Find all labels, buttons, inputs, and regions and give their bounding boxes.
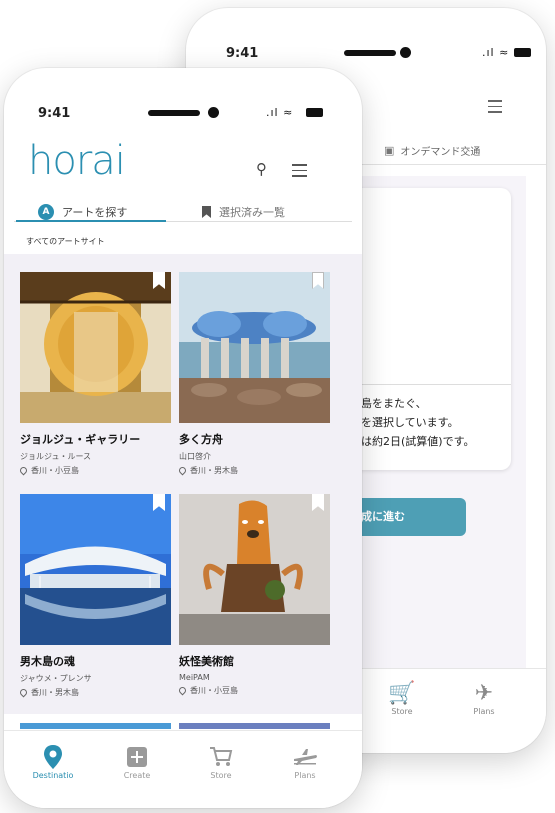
location-label: 香川・小豆島	[31, 466, 79, 475]
art-thumbnail	[179, 494, 330, 645]
nav-plans[interactable]: Plans	[270, 743, 340, 780]
bookmark-icon	[202, 206, 211, 218]
art-card[interactable]: 男木島の魂 ジャウメ・プレンサ 香川・男木島	[18, 494, 171, 698]
nav-create[interactable]: Create	[102, 743, 172, 780]
gallery-image	[20, 272, 171, 423]
bottom-nav: Destinatio Create Store Plans	[4, 730, 362, 808]
nav-store[interactable]: 🛒 Store	[372, 681, 432, 716]
art-card[interactable]: 妖怪美術館 MeiPAM 香川・小豆島	[177, 494, 330, 696]
battery-icon	[306, 108, 323, 117]
card-divider	[346, 384, 511, 385]
ark-sculpture-image	[179, 272, 330, 423]
front-phone: 9:41 .ıl ≈ horai ⚲ A アートを探す 選択済み一覧 すべてのア…	[4, 68, 362, 808]
location-pin-icon	[177, 685, 188, 696]
art-thumbnail	[20, 272, 171, 423]
menu-icon[interactable]	[292, 164, 307, 181]
plus-square-icon	[102, 743, 172, 771]
art-location: 香川・小豆島	[177, 685, 330, 696]
nav-label: Plans	[473, 707, 495, 716]
location-label: 香川・小豆島	[190, 686, 238, 695]
yokai-museum-image	[179, 494, 330, 645]
status-time: 9:41	[226, 46, 259, 61]
camera-dot	[400, 47, 411, 58]
location-pin-icon	[18, 743, 88, 771]
nav-store[interactable]: Store	[186, 743, 256, 780]
next-card-peek	[179, 723, 330, 729]
plane-icon: ✈	[474, 681, 494, 706]
location-label: 香川・男木島	[31, 688, 79, 697]
location-pin-icon	[18, 465, 29, 476]
art-name: 男木島の魂	[20, 655, 75, 668]
description-line: 数は約2日(試算値)です。	[350, 435, 475, 448]
route-description: の島をまたぐ、 トを選択しています。 数は約2日(試算値)です。	[350, 394, 474, 451]
art-artist: 山口啓介	[179, 452, 211, 461]
nav-label: Create	[123, 771, 151, 780]
nav-label: Plans	[294, 771, 316, 780]
signal-wifi-icon: .ıl ≈	[482, 46, 510, 59]
art-thumbnail	[20, 494, 171, 645]
art-location: 香川・男木島	[177, 465, 330, 476]
location-label: 香川・男木島	[190, 466, 238, 475]
bus-icon: ▣	[384, 144, 395, 157]
tab-divider	[356, 164, 546, 165]
tab-label: オンデマンド交通	[400, 147, 481, 158]
location-pin-icon	[177, 465, 188, 476]
notch-bar	[148, 110, 200, 116]
location-pin-icon	[18, 687, 29, 698]
compass-icon: A	[38, 204, 54, 220]
art-artist: ジャウメ・プレンサ	[20, 674, 92, 683]
art-name: 多く方舟	[179, 433, 223, 446]
description-line: の島をまたぐ、	[350, 397, 427, 410]
description-line: トを選択しています。	[350, 416, 459, 429]
art-card[interactable]: ジョルジュ・ギャラリー ジョルジュ・ルース 香川・小豆島	[18, 272, 171, 476]
nav-label: Store	[210, 771, 232, 780]
ogijima-soul-image	[20, 494, 171, 645]
art-name: 妖怪美術館	[179, 655, 234, 668]
bottom-nav: 🛒 Store ✈ Plans	[356, 668, 546, 738]
battery-icon	[514, 48, 531, 57]
nav-label: Store	[391, 707, 413, 716]
art-artist: MeiPAM	[179, 673, 210, 682]
route-card: の島をまたぐ、 トを選択しています。 数は約2日(試算値)です。	[346, 188, 511, 470]
menu-icon[interactable]	[488, 100, 502, 117]
next-card-peek	[20, 723, 171, 729]
search-icon[interactable]: ⚲	[256, 160, 267, 178]
art-location: 香川・小豆島	[18, 465, 171, 476]
nav-plans[interactable]: ✈ Plans	[454, 681, 514, 716]
nav-destination[interactable]: Destinatio	[18, 743, 88, 780]
art-thumbnail	[179, 272, 330, 423]
tab-label: アートを探す	[62, 206, 128, 219]
nav-label: Destinatio	[32, 771, 74, 780]
tab-on-demand-transport[interactable]: ▣ オンデマンド交通	[384, 143, 480, 158]
cart-icon: 🛒	[388, 681, 416, 706]
art-location: 香川・男木島	[18, 687, 171, 698]
art-artist: ジョルジュ・ルース	[20, 452, 92, 461]
notch-bar	[344, 50, 396, 56]
signal-wifi-icon: .ıl ≈	[266, 106, 294, 119]
proceed-button[interactable]: 作成に進む	[346, 498, 466, 536]
active-tab-indicator	[16, 220, 166, 222]
art-name: ジョルジュ・ギャラリー	[20, 433, 141, 446]
section-title: すべてのアートサイト	[26, 237, 105, 246]
app-logo: horai	[28, 138, 126, 184]
tab-label: 選択済み一覧	[219, 206, 285, 219]
mockup-stage: 9:41 .ıl ≈ ▣ オンデマンド交通 の島をまたぐ、 トを選択しています。…	[0, 0, 555, 813]
cart-icon	[186, 743, 256, 771]
plane-icon	[270, 743, 340, 771]
status-time: 9:41	[38, 106, 71, 121]
art-site-list: ジョルジュ・ギャラリー ジョルジュ・ルース 香川・小豆島 多く方舟 山口啓介 香…	[4, 254, 362, 714]
art-card[interactable]: 多く方舟 山口啓介 香川・男木島	[177, 272, 330, 476]
camera-dot	[208, 107, 219, 118]
